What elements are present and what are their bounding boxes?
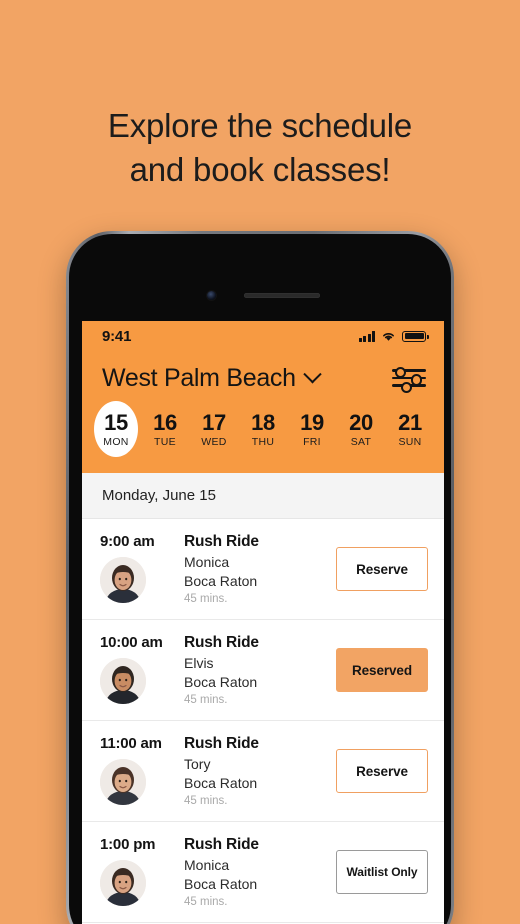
filter-sliders-icon[interactable]	[392, 363, 426, 395]
class-time-column: 10:00 am	[100, 634, 184, 704]
phone-top-hardware	[69, 291, 451, 300]
cellular-signal-icon	[358, 330, 375, 342]
class-instructor: Tory	[184, 756, 211, 772]
class-name: Rush Ride	[184, 735, 259, 752]
class-name: Rush Ride	[184, 533, 259, 550]
date-chip-number: 18	[251, 409, 275, 435]
date-chip-mon[interactable]: 15 MON	[94, 401, 138, 457]
date-strip[interactable]: 15 MON 16 TUE 17 WED 18 THU 19 FRI 20 SAT 21 SUN	[82, 395, 444, 473]
class-duration: 45 mins.	[184, 593, 228, 605]
instructor-avatar	[100, 860, 146, 906]
class-duration: 45 mins.	[184, 795, 228, 807]
class-list: 9:00 am Rush Ride Monica Boca Raton 45 mins.…	[82, 519, 444, 923]
date-chip-weekday: FRI	[303, 435, 321, 448]
instructor-avatar	[100, 759, 146, 805]
class-location: Boca Raton	[184, 573, 258, 589]
location-selector[interactable]: West Palm Beach	[102, 363, 322, 393]
date-chip-wed[interactable]: 17 WED	[192, 401, 236, 457]
location-name: West Palm Beach	[102, 363, 296, 392]
class-action-column: Waitlist Only	[332, 850, 428, 894]
class-instructor: Elvis	[184, 655, 214, 671]
wifi-icon	[383, 332, 394, 341]
class-action-column: Reserve	[332, 547, 428, 591]
date-chip-fri[interactable]: 19 FRI	[290, 401, 334, 457]
reserve-button[interactable]: Reserved	[336, 648, 428, 692]
class-location: Boca Raton	[184, 876, 258, 892]
class-time: 1:00 pm	[100, 836, 156, 853]
phone-device-frame: 9:41 West Palm Beach 15 MON 16 TUE 17 WE…	[66, 231, 454, 924]
status-bar-time: 9:41	[102, 327, 132, 345]
class-info-column: Rush Ride Elvis Boca Raton 45 mins.	[184, 634, 332, 706]
day-header: Monday, June 15	[82, 473, 444, 519]
date-chip-number: 15	[104, 409, 128, 435]
class-name: Rush Ride	[184, 836, 259, 853]
class-row[interactable]: 9:00 am Rush Ride Monica Boca Raton 45 mins.…	[82, 519, 444, 620]
date-chip-weekday: TUE	[154, 435, 176, 448]
class-row[interactable]: 1:00 pm Rush Ride Monica Boca Raton 45 mins.…	[82, 822, 444, 923]
class-time-column: 1:00 pm	[100, 836, 184, 906]
phone-bezel: 9:41 West Palm Beach 15 MON 16 TUE 17 WE…	[69, 234, 451, 924]
date-chip-number: 21	[398, 409, 422, 435]
date-chip-number: 20	[349, 409, 373, 435]
class-info-column: Rush Ride Tory Boca Raton 45 mins.	[184, 735, 332, 807]
date-chip-weekday: MON	[103, 435, 129, 448]
promo-line-1: Explore the schedule	[107, 107, 413, 144]
date-chip-sun[interactable]: 21 SUN	[388, 401, 432, 457]
class-row[interactable]: 10:00 am Rush Ride Elvis Boca Raton 45 mins.…	[82, 620, 444, 721]
class-action-column: Reserved	[332, 648, 428, 692]
class-info-column: Rush Ride Monica Boca Raton 45 mins.	[184, 533, 332, 605]
class-action-column: Reserve	[332, 749, 428, 793]
class-time: 11:00 am	[100, 735, 162, 752]
reserve-button[interactable]: Reserve	[336, 547, 428, 591]
date-chip-thu[interactable]: 18 THU	[241, 401, 285, 457]
class-time: 10:00 am	[100, 634, 163, 651]
date-chip-tue[interactable]: 16 TUE	[143, 401, 187, 457]
instructor-avatar	[100, 658, 146, 704]
class-instructor: Monica	[184, 857, 230, 873]
class-location: Boca Raton	[184, 674, 258, 690]
promo-headline: Explore the schedule and book classes!	[0, 104, 520, 192]
class-row[interactable]: 11:00 am Rush Ride Tory Boca Raton 45 mins. R…	[82, 721, 444, 822]
front-camera-icon	[206, 291, 216, 300]
date-chip-weekday: SUN	[398, 435, 422, 448]
date-chip-weekday: WED	[201, 435, 227, 448]
instructor-avatar	[100, 557, 146, 603]
reserve-button[interactable]: Waitlist Only	[336, 850, 428, 894]
reserve-button[interactable]: Reserve	[336, 749, 428, 793]
earpiece-speaker-icon	[243, 293, 320, 298]
date-chip-number: 16	[153, 409, 177, 435]
app-header: West Palm Beach	[82, 351, 444, 395]
date-chip-number: 17	[202, 409, 226, 435]
class-time-column: 9:00 am	[100, 533, 184, 603]
class-info-column: Rush Ride Monica Boca Raton 45 mins.	[184, 836, 332, 908]
status-bar: 9:41	[82, 321, 444, 351]
status-bar-icons	[358, 330, 429, 342]
date-chip-weekday: THU	[251, 435, 275, 448]
date-chip-weekday: SAT	[350, 435, 372, 448]
class-time-column: 11:00 am	[100, 735, 184, 805]
class-duration: 45 mins.	[184, 896, 228, 908]
class-duration: 45 mins.	[184, 694, 228, 706]
class-name: Rush Ride	[184, 634, 259, 651]
class-location: Boca Raton	[184, 775, 258, 791]
date-chip-sat[interactable]: 20 SAT	[339, 401, 383, 457]
class-time: 9:00 am	[100, 533, 155, 550]
class-instructor: Monica	[184, 554, 230, 570]
battery-full-icon	[402, 330, 429, 342]
promo-line-2: and book classes!	[129, 151, 391, 188]
chevron-down-icon	[303, 364, 322, 383]
phone-screen: 9:41 West Palm Beach 15 MON 16 TUE 17 WE…	[82, 321, 444, 924]
date-chip-number: 19	[300, 409, 324, 435]
